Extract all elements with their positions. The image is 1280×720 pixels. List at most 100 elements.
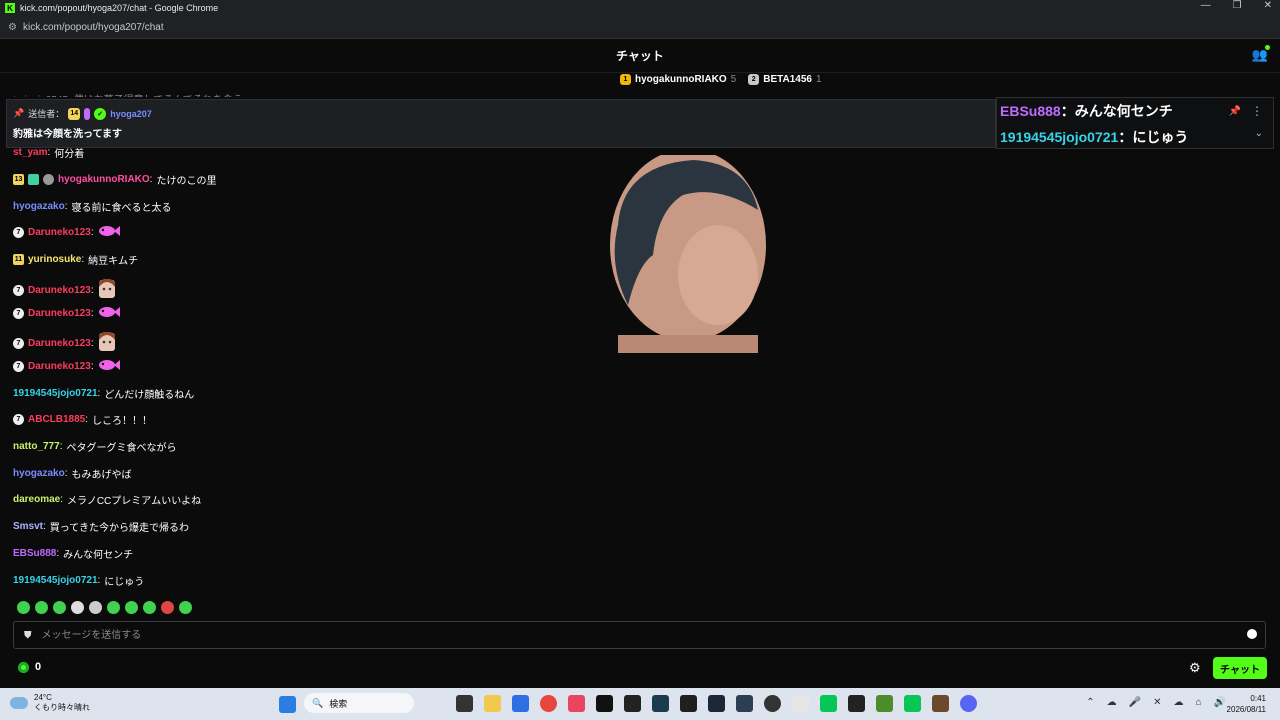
chat-input-box[interactable]: ⛊ xyxy=(13,621,1266,649)
message-user[interactable]: yurinosuke xyxy=(28,254,81,265)
message-user[interactable]: natto_777 xyxy=(13,441,60,452)
pinned-label: 送信者： xyxy=(28,109,65,119)
weather-widget[interactable]: 24°C くもり時々晴れ xyxy=(10,693,90,713)
more-options-icon[interactable]: ⋮ xyxy=(1251,104,1263,118)
file-explorer-icon[interactable] xyxy=(484,695,501,712)
emote-icon[interactable] xyxy=(17,601,30,614)
app-icon[interactable] xyxy=(848,695,865,712)
chat-message[interactable]: 19194545jojo0721: にじゅう xyxy=(13,573,144,588)
chat-overlay[interactable]: EBSu888：みんな何センチ 19194545jojo0721：にじゅう 📌 … xyxy=(996,97,1274,149)
wifi-icon[interactable]: ⌂ xyxy=(1196,697,1202,708)
pin-icon[interactable]: 📌 xyxy=(1229,106,1241,117)
message-colon: : xyxy=(43,521,46,533)
app-icon[interactable] xyxy=(652,695,669,712)
message-user[interactable]: EBSu888 xyxy=(13,548,56,559)
url-text[interactable]: kick.com/popout/hyoga207/chat xyxy=(23,22,164,33)
restore-button[interactable]: ❐ xyxy=(1233,0,1242,11)
chat-message[interactable]: 7 Daruneko123: xyxy=(13,331,116,355)
minimize-button[interactable]: — xyxy=(1201,0,1211,11)
chat-message[interactable]: EBSu888: みんな何センチ xyxy=(13,546,133,561)
emoji-icon[interactable] xyxy=(1247,629,1257,639)
app-icon[interactable] xyxy=(568,695,585,712)
emote-icon[interactable] xyxy=(89,601,102,614)
message-user[interactable]: Daruneko123 xyxy=(28,308,91,319)
chat-message[interactable]: 7 Daruneko123: xyxy=(13,278,116,302)
microphone-icon[interactable]: 🎤 xyxy=(1129,697,1141,708)
app-tray-icon[interactable]: ✕ xyxy=(1153,697,1161,708)
volume-icon[interactable]: 🔊 xyxy=(1214,697,1226,708)
chat-message[interactable]: natto_777: ペタグーグミ食べながら xyxy=(13,439,176,454)
emote-icon[interactable] xyxy=(179,601,192,614)
message-user[interactable]: hyogazako xyxy=(13,468,65,479)
address-bar[interactable]: ⚙ kick.com/popout/hyoga207/chat xyxy=(0,16,1280,39)
emote-icon[interactable] xyxy=(71,601,84,614)
chat-message[interactable]: 19194545jojo0721: どんだけ顔触るねん xyxy=(13,386,194,401)
close-button[interactable]: ✕ xyxy=(1264,0,1272,11)
message-user[interactable]: hyogazako xyxy=(13,201,65,212)
emote-icon[interactable] xyxy=(35,601,48,614)
message-user[interactable]: hyogakunnoRIAKO xyxy=(58,174,150,185)
app-icon[interactable] xyxy=(932,695,949,712)
gifter-2[interactable]: 2 BETA1456 1 xyxy=(748,74,822,85)
message-user[interactable]: Daruneko123 xyxy=(28,361,91,372)
message-colon: : xyxy=(90,227,94,239)
chat-message[interactable]: Smsvt: 買ってきた今から爆走で帰るわ xyxy=(13,519,189,534)
chevron-up-icon[interactable]: ⌃ xyxy=(1086,697,1094,708)
emote-icon[interactable] xyxy=(143,601,156,614)
message-text: 何分着 xyxy=(54,148,85,159)
chat-message[interactable]: 7 ABCLB1885: しころ！！！ xyxy=(13,412,152,427)
message-user[interactable]: 19194545jojo0721 xyxy=(13,575,98,586)
message-user[interactable]: Smsvt xyxy=(13,521,43,532)
tiktok-icon[interactable] xyxy=(596,695,613,712)
chat-message[interactable]: hyogazako: もみあげやば xyxy=(13,466,131,481)
chat-message[interactable]: dareomae: メラノCCプレミアムいいよね xyxy=(13,492,201,507)
minecraft-icon[interactable] xyxy=(876,695,893,712)
chat-message[interactable]: hyogazako: 寝る前に食べると太る xyxy=(13,199,171,214)
message-user[interactable]: 19194545jojo0721 xyxy=(13,388,98,399)
chat-message[interactable]: 7 Daruneko123: xyxy=(13,359,120,374)
emote-icon[interactable] xyxy=(107,601,120,614)
app-icon[interactable] xyxy=(792,695,809,712)
chrome-icon[interactable] xyxy=(540,695,557,712)
clock[interactable]: 0:41 2026/08/11 xyxy=(1227,693,1266,715)
message-input[interactable] xyxy=(39,628,1224,642)
send-chat-button[interactable]: チャット xyxy=(1213,657,1267,679)
gear-icon[interactable]: ⚙ xyxy=(1189,660,1201,676)
message-colon: : xyxy=(59,441,63,452)
emote-icon[interactable] xyxy=(161,601,174,614)
site-settings-icon[interactable]: ⚙ xyxy=(8,22,17,33)
app-icon[interactable] xyxy=(680,695,697,712)
app-icon[interactable] xyxy=(512,695,529,712)
chat-message[interactable]: 7 Daruneko123: xyxy=(13,306,120,321)
steam-icon[interactable] xyxy=(708,695,725,712)
message-user[interactable]: Daruneko123 xyxy=(28,338,91,349)
gifter-1[interactable]: 1 hyogakunnoRIAKO 5 xyxy=(620,74,736,85)
message-user[interactable]: dareomae xyxy=(13,494,60,505)
message-user[interactable]: Daruneko123 xyxy=(28,227,91,238)
chat-message[interactable]: 11 yurinosuke: 納豆キムチ xyxy=(13,252,138,267)
app-icon[interactable] xyxy=(736,695,753,712)
chat-message[interactable]: 13 hyogakunnoRIAKO: たけのこの里 xyxy=(13,172,216,187)
message-user[interactable]: st_yam xyxy=(13,147,47,158)
pinned-message[interactable]: 📌 送信者： 14 ✓ hyoga207 豹雅は今顔を洗ってます xyxy=(6,99,996,148)
task-view-icon[interactable] xyxy=(456,695,473,712)
emote-icon[interactable] xyxy=(125,601,138,614)
message-user[interactable]: Daruneko123 xyxy=(28,285,91,296)
taskbar-search[interactable]: 🔍 検索 xyxy=(304,693,414,713)
emote-icon[interactable] xyxy=(53,601,66,614)
message-user[interactable]: ABCLB1885 xyxy=(28,414,85,425)
network-icon[interactable]: ☁ xyxy=(1107,697,1117,708)
line-icon[interactable] xyxy=(904,695,921,712)
onedrive-icon[interactable]: ☁ xyxy=(1174,697,1184,708)
app-icon[interactable] xyxy=(624,695,641,712)
discord-icon[interactable] xyxy=(960,695,977,712)
line-icon[interactable] xyxy=(820,695,837,712)
chevron-down-icon[interactable]: ⌄ xyxy=(1255,128,1263,139)
start-icon[interactable] xyxy=(279,696,296,713)
chat-message[interactable]: st_yam: 何分着 xyxy=(13,146,85,159)
channel-points[interactable]: 0 xyxy=(18,661,41,673)
pinned-author[interactable]: hyoga207 xyxy=(110,109,152,119)
message-text: にじゅう xyxy=(104,576,145,588)
chat-message[interactable]: 7 Daruneko123: xyxy=(13,225,120,240)
app-icon[interactable] xyxy=(764,695,781,712)
